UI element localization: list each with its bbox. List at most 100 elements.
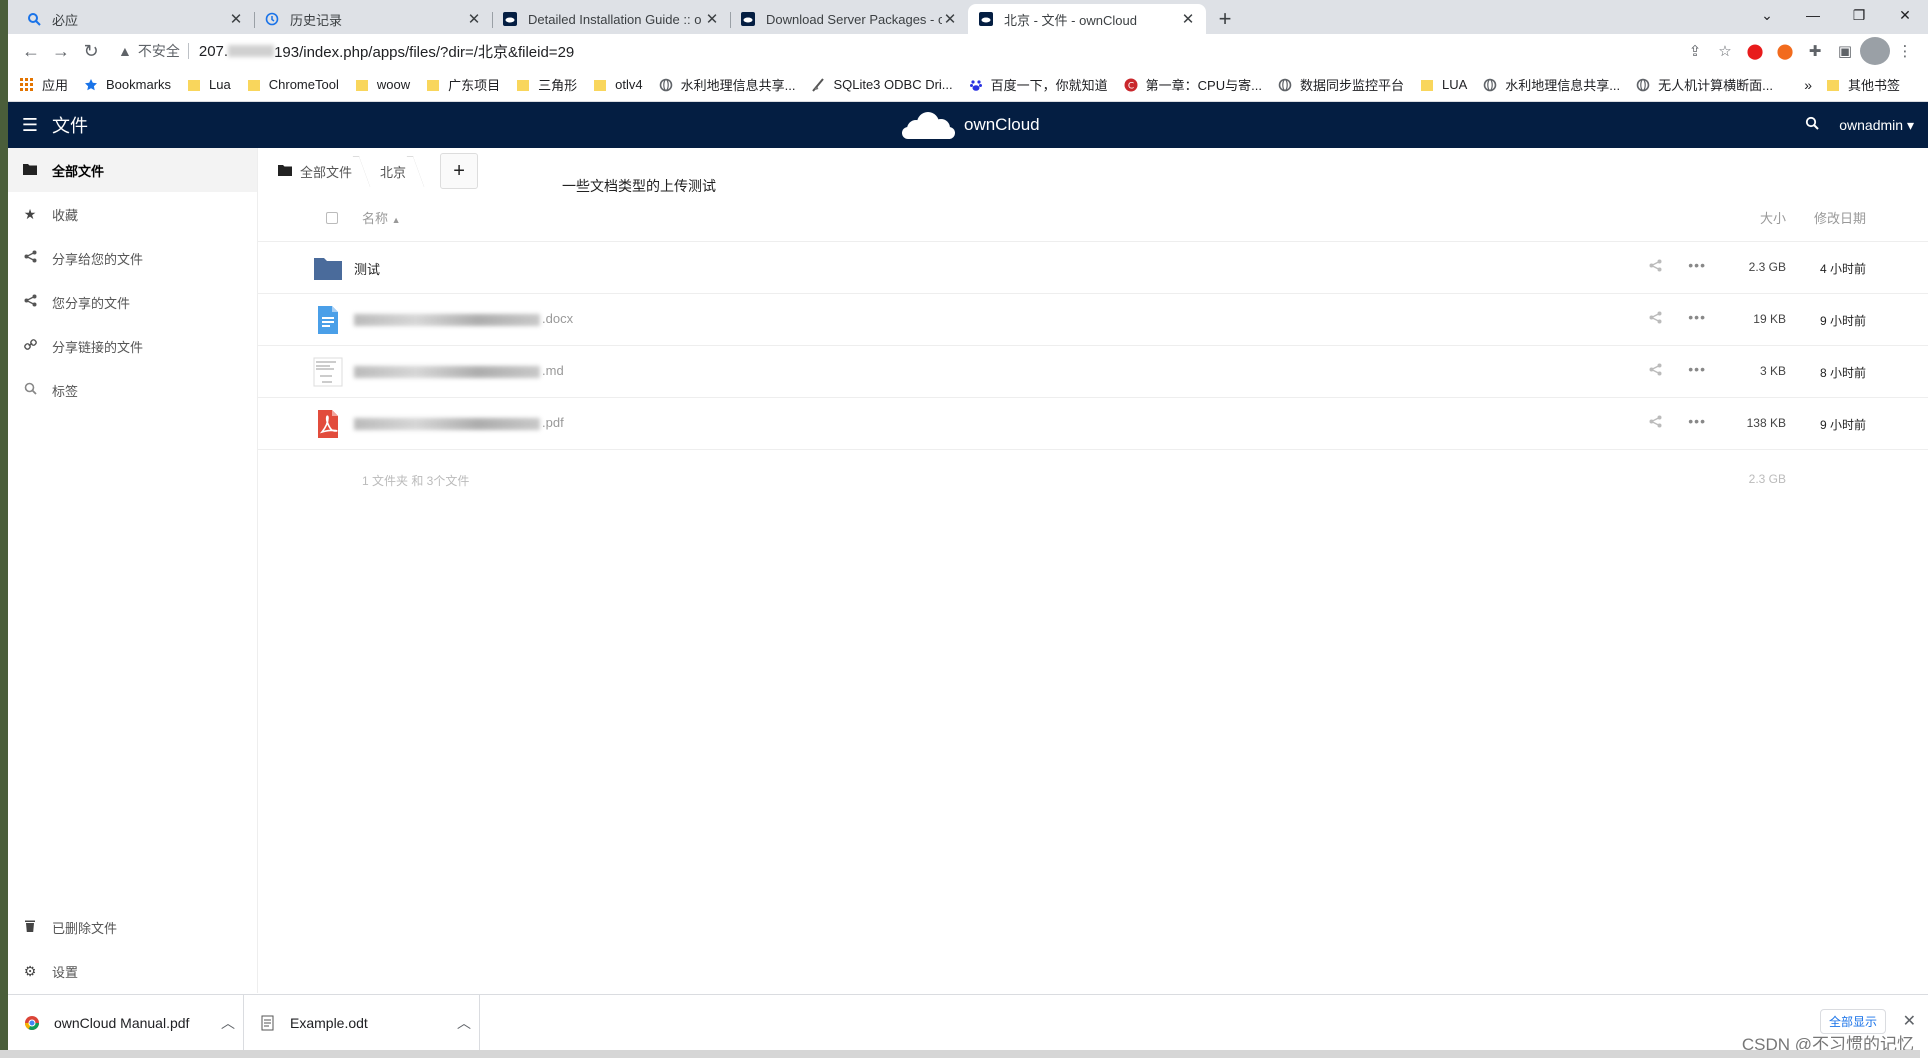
share-page-icon[interactable]: ⇪ xyxy=(1680,37,1710,65)
bookmark-item[interactable]: 水利地理信息共享... xyxy=(1483,75,1620,94)
column-size[interactable]: 大小 xyxy=(1760,208,1786,227)
share-icon[interactable] xyxy=(1649,311,1662,327)
username: ownadmin xyxy=(1839,116,1904,133)
select-all-checkbox[interactable] xyxy=(326,211,338,224)
table-row[interactable]: .docx ••• 19 KB 9 小时前 xyxy=(258,294,1928,346)
hamburger-menu-icon[interactable]: ☰ xyxy=(8,102,52,148)
app-name[interactable]: 文件 xyxy=(52,112,88,138)
menu-kebab-icon[interactable]: ⋮ xyxy=(1890,37,1920,65)
sidebar-bottom-item[interactable]: 已删除文件 xyxy=(8,905,257,949)
restore-icon[interactable]: ❐ xyxy=(1836,7,1882,24)
bookmark-item[interactable]: Bookmarks xyxy=(84,77,171,92)
sidebar-item[interactable]: 您分享的文件 xyxy=(8,280,257,324)
table-row[interactable]: .pdf ••• 138 KB 9 小时前 xyxy=(258,398,1928,450)
bookmark-item[interactable]: otlv4 xyxy=(593,77,643,92)
bookmark-label: SQLite3 ODBC Dri... xyxy=(833,77,953,92)
user-menu[interactable]: ownadmin ▾ xyxy=(1839,117,1914,134)
tab-history[interactable]: 历史记录 ✕ xyxy=(254,4,492,34)
column-date[interactable]: 修改日期 xyxy=(1814,208,1866,227)
side-panel-icon[interactable]: ▣ xyxy=(1830,37,1860,65)
table-header: 名称 ▲ 大小 修改日期 xyxy=(258,194,1928,242)
share-icon[interactable] xyxy=(1649,363,1662,379)
owncloud-logo[interactable]: ownCloud xyxy=(898,108,1040,142)
more-actions-icon[interactable]: ••• xyxy=(1688,257,1706,273)
file-name[interactable]: .docx xyxy=(354,311,573,326)
file-name[interactable]: .pdf xyxy=(354,415,564,430)
owncloud-header: ☰ 文件 ownCloud ownadmin ▾ xyxy=(8,102,1928,148)
forward-button[interactable]: → xyxy=(46,36,76,66)
folder-icon xyxy=(1420,78,1434,92)
share-icon[interactable] xyxy=(1649,259,1662,275)
sidebar-item[interactable]: 分享给您的文件 xyxy=(8,236,257,280)
bookmark-item[interactable]: 数据同步监控平台 xyxy=(1278,75,1404,94)
sidebar-bottom-item[interactable]: ⚙ 设置 xyxy=(8,949,257,993)
breadcrumb-home[interactable]: 全部文件 xyxy=(278,148,380,194)
close-window-icon[interactable]: ✕ xyxy=(1882,7,1928,24)
bookmark-item[interactable]: 广东项目 xyxy=(426,75,500,94)
file-name[interactable]: 测试 xyxy=(354,259,380,278)
extension-opera-icon[interactable]: ⬤ xyxy=(1740,37,1770,65)
bookmark-star-icon[interactable]: ☆ xyxy=(1710,37,1740,65)
close-icon[interactable]: ✕ xyxy=(466,10,482,28)
file-name[interactable]: .md xyxy=(354,363,564,378)
new-tab-button[interactable]: + xyxy=(1210,4,1240,34)
address-bar[interactable]: ▲ 不安全 207. 193/index.php/apps/files/?dir… xyxy=(110,37,1680,65)
bookmark-item[interactable]: woow xyxy=(355,77,410,92)
redacted-filename xyxy=(354,365,540,378)
bookmarks-overflow-button[interactable]: » xyxy=(1804,77,1812,93)
tab-bing[interactable]: 必应 ✕ xyxy=(16,4,254,34)
file-basename: 测试 xyxy=(354,262,381,277)
close-icon[interactable]: ✕ xyxy=(1180,10,1196,28)
sidebar-item[interactable]: 标签 xyxy=(8,368,257,412)
column-name[interactable]: 名称 ▲ xyxy=(362,208,401,227)
bookmark-item[interactable]: 水利地理信息共享... xyxy=(659,75,795,94)
profile-avatar[interactable] xyxy=(1860,37,1890,65)
bookmark-item[interactable]: SQLite3 ODBC Dri... xyxy=(811,77,953,92)
new-file-button[interactable]: + xyxy=(440,153,479,189)
star-icon: ★ xyxy=(23,205,37,222)
sidebar-item[interactable]: 分享链接的文件 xyxy=(8,324,257,368)
bookmark-item[interactable]: 无人机计算横断面... xyxy=(1636,75,1773,94)
table-row[interactable]: 测试 ••• 2.3 GB 4 小时前 xyxy=(258,242,1928,294)
more-actions-icon[interactable]: ••• xyxy=(1688,413,1706,429)
extensions-puzzle-icon[interactable]: ✚ xyxy=(1800,37,1830,65)
bookmark-item[interactable]: 应用 xyxy=(20,75,68,94)
sidebar-item-label: 设置 xyxy=(52,964,79,980)
brand-name: ownCloud xyxy=(964,115,1040,134)
breadcrumb-current[interactable]: 北京 xyxy=(380,148,434,194)
bookmark-item[interactable]: 三角形 xyxy=(516,75,577,94)
table-row[interactable]: .md ••• 3 KB 8 小时前 xyxy=(258,346,1928,398)
close-icon[interactable]: ✕ xyxy=(228,10,244,28)
close-icon[interactable]: ✕ xyxy=(942,10,958,28)
more-actions-icon[interactable]: ••• xyxy=(1688,361,1706,377)
bookmark-item[interactable]: Lua xyxy=(187,77,231,92)
bookmark-item[interactable]: ChromeTool xyxy=(247,77,339,92)
sidebar-item[interactable]: ★ 收藏 xyxy=(8,192,257,236)
chevron-up-icon[interactable]: ︿ xyxy=(449,1013,479,1033)
tab-installation-guide[interactable]: Detailed Installation Guide :: o ✕ xyxy=(492,4,730,34)
bookmark-item[interactable]: C 第一章：CPU与寄... xyxy=(1124,75,1262,94)
tab-download-packages[interactable]: Download Server Packages - o ✕ xyxy=(730,4,968,34)
extension-orange-icon[interactable]: ⬤ xyxy=(1770,37,1800,65)
download-item[interactable]: ownCloud Manual.pdf ︿ xyxy=(8,994,244,1051)
tab-search-icon[interactable]: ⌄ xyxy=(1744,7,1790,24)
bookmark-item[interactable]: 百度一下，你就知道 xyxy=(969,75,1108,94)
bookmark-item[interactable]: LUA xyxy=(1420,77,1467,92)
close-icon[interactable]: ✕ xyxy=(704,10,720,28)
bookmark-other-folder[interactable]: 其他书签 xyxy=(1826,75,1900,94)
reload-button[interactable]: ↻ xyxy=(76,36,106,66)
share-icon[interactable] xyxy=(1649,415,1662,431)
owncloud-favicon-icon xyxy=(978,11,994,27)
search-icon[interactable] xyxy=(1805,116,1819,135)
tab-beijing-files[interactable]: 北京 - 文件 - ownCloud ✕ xyxy=(968,4,1206,34)
sidebar-item[interactable]: 全部文件 xyxy=(8,148,257,192)
chevron-up-icon[interactable]: ︿ xyxy=(213,1013,243,1033)
url-redacted xyxy=(228,45,275,57)
back-button[interactable]: ← xyxy=(16,36,46,66)
bookmark-label: Lua xyxy=(209,77,231,92)
download-item[interactable]: Example.odt ︿ xyxy=(244,994,480,1051)
file-size: 2.3 GB xyxy=(1748,260,1786,274)
minimize-icon[interactable]: — xyxy=(1790,7,1836,23)
close-icon[interactable]: ✕ xyxy=(1903,1011,1916,1031)
more-actions-icon[interactable]: ••• xyxy=(1688,309,1706,325)
